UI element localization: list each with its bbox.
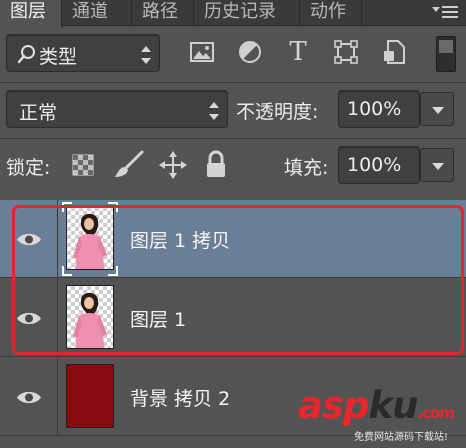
fill-label: 填充: — [284, 157, 329, 179]
select-stepper-icon — [209, 102, 219, 120]
smart-object-filter-icon[interactable] — [380, 38, 408, 66]
opacity-value: 100% — [347, 98, 402, 120]
lock-image-pixels-icon[interactable] — [112, 150, 144, 180]
fill-dropdown-button[interactable] — [420, 148, 454, 182]
lock-position-icon[interactable] — [158, 150, 188, 180]
blend-mode-select[interactable]: 正常 — [6, 90, 228, 128]
tab-paths[interactable]: 路径 — [132, 0, 194, 26]
visibility-toggle[interactable] — [0, 358, 58, 436]
panel-tab-bar: 图层 通道 路径 历史记录 动作 — [0, 0, 466, 27]
lock-label: 锁定: — [6, 157, 51, 179]
divider — [0, 82, 466, 83]
shape-filter-icon[interactable] — [332, 38, 360, 66]
adjustment-filter-icon[interactable] — [236, 38, 264, 66]
lock-transparent-pixels-icon[interactable] — [72, 154, 94, 176]
type-filter-icon[interactable]: T — [284, 38, 312, 66]
layer-name[interactable]: 背景 拷贝 2 — [130, 384, 230, 411]
fill-input[interactable]: 100% — [338, 146, 420, 184]
fill-value: 100% — [347, 154, 402, 176]
panel-menu-icon[interactable] — [432, 3, 460, 21]
watermark-text: aspku.com — [298, 384, 455, 427]
image-filter-icon[interactable] — [188, 38, 216, 66]
select-stepper-icon — [141, 46, 151, 64]
divider — [0, 138, 466, 139]
tab-history[interactable]: 历史记录 — [194, 0, 300, 26]
blend-mode-value: 正常 — [19, 102, 58, 124]
layer-thumbnail — [66, 364, 114, 428]
opacity-label: 不透明度: — [236, 101, 319, 123]
tab-channels[interactable]: 通道 — [62, 0, 132, 26]
watermark-subtitle: 免费网站源码下载站! — [354, 432, 449, 443]
tab-actions[interactable]: 动作 — [300, 0, 362, 26]
filter-kind-label: 类型 — [39, 46, 78, 68]
search-icon — [17, 45, 35, 64]
filter-toggle-switch[interactable] — [436, 36, 456, 72]
filter-kind-select[interactable]: 类型 — [6, 34, 160, 72]
watermark-logo: aspku.com 免费网站源码下载站! — [296, 384, 464, 446]
opacity-dropdown-button[interactable] — [420, 92, 454, 126]
tab-layers[interactable]: 图层 — [0, 0, 62, 27]
lock-all-icon[interactable] — [204, 150, 228, 180]
annotation-highlight-box — [12, 205, 464, 355]
opacity-input[interactable]: 100% — [338, 90, 420, 128]
eye-icon — [17, 391, 41, 404]
